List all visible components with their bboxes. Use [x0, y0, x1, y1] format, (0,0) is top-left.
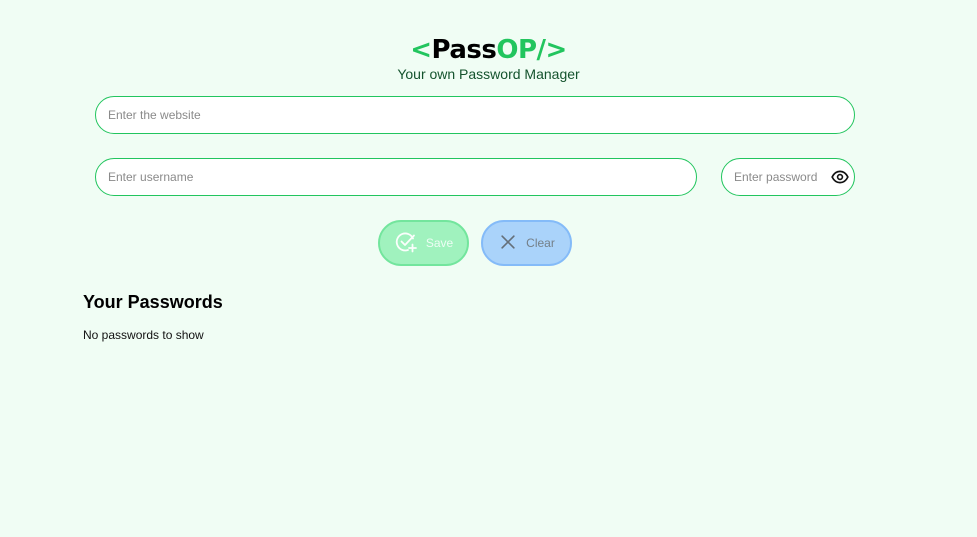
empty-passwords-message: No passwords to show: [83, 328, 204, 342]
logo-open-bracket: <: [410, 35, 432, 65]
app-logo: <PassOP/>: [0, 34, 977, 66]
password-manager-app: <PassOP/> Your own Password Manager Save: [0, 0, 977, 537]
website-input[interactable]: [95, 96, 855, 134]
check-add-icon: [394, 230, 418, 257]
app-tagline: Your own Password Manager: [397, 66, 580, 82]
logo-op-text: OP: [496, 35, 537, 65]
password-field-wrapper: [721, 158, 855, 196]
save-button[interactable]: Save: [378, 220, 469, 266]
logo-pass-text: Pass: [431, 35, 497, 65]
clear-button-label: Clear: [526, 236, 555, 250]
passwords-section-title: Your Passwords: [83, 292, 223, 312]
save-button-label: Save: [425, 236, 454, 250]
clear-button[interactable]: Clear: [481, 220, 572, 266]
eye-icon[interactable]: [831, 168, 849, 186]
close-icon: [498, 232, 518, 255]
username-input[interactable]: [95, 158, 697, 196]
logo-close-bracket: />: [536, 35, 568, 65]
